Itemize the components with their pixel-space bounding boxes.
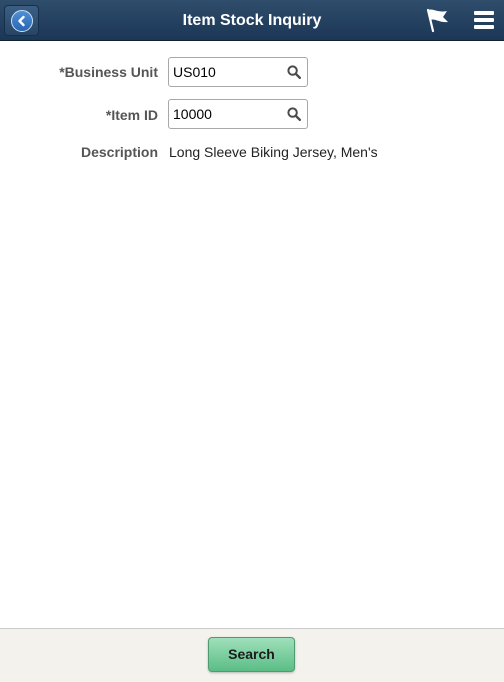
- footer-bar: Search: [0, 628, 504, 682]
- business-unit-row: *Business Unit: [0, 57, 504, 87]
- description-value: Long Sleeve Biking Jersey, Men's: [169, 144, 378, 160]
- hamburger-menu-icon[interactable]: [474, 8, 496, 30]
- item-id-row: *Item ID: [0, 99, 504, 129]
- search-button[interactable]: Search: [208, 637, 295, 672]
- description-label: Description: [80, 144, 158, 160]
- item-id-label: *Item ID: [105, 107, 158, 123]
- item-id-field: [168, 99, 308, 129]
- menu-bar-line: [474, 18, 494, 22]
- menu-bar-line: [474, 25, 494, 29]
- business-unit-input[interactable]: [173, 58, 281, 86]
- flag-icon[interactable]: [423, 7, 451, 33]
- description-row: Description Long Sleeve Biking Jersey, M…: [0, 142, 504, 162]
- menu-bar-line: [474, 11, 494, 15]
- search-icon[interactable]: [287, 107, 302, 122]
- business-unit-field: [168, 57, 308, 87]
- header-bar: Item Stock Inquiry: [0, 0, 504, 41]
- item-id-input[interactable]: [173, 100, 281, 128]
- business-unit-label: *Business Unit: [59, 64, 158, 80]
- search-icon[interactable]: [287, 65, 302, 80]
